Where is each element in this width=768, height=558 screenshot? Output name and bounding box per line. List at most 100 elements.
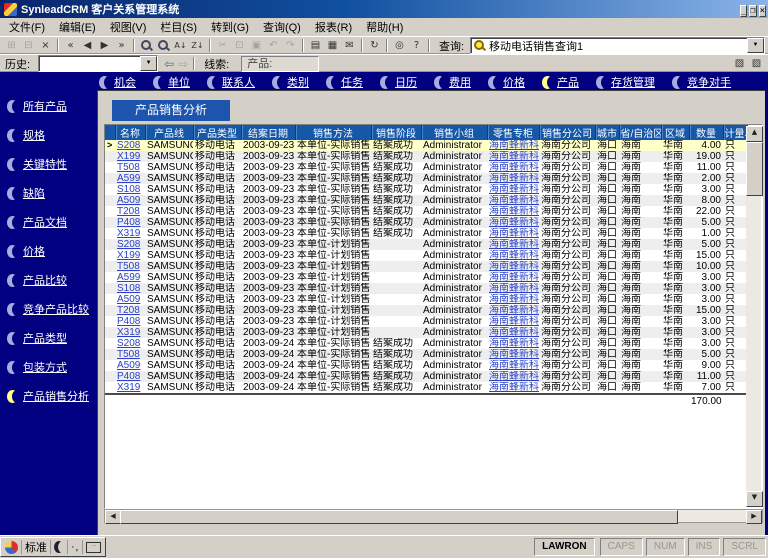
cell-link-retail-counter[interactable]: 海南蜂新科 — [489, 239, 539, 250]
cell-link-name[interactable]: A509 — [117, 294, 140, 305]
cell-link-name[interactable]: A599 — [117, 272, 140, 283]
column-header-sales-team[interactable]: 销售小组 — [421, 125, 487, 140]
table-row[interactable]: P408SAMSUNG移动电话2003-09-24本单位-实际销售结案成功Adm… — [105, 371, 748, 382]
table-row[interactable]: T508SAMSUNG移动电话2003-09-24本单位-实际销售结案成功Adm… — [105, 349, 748, 360]
table-row[interactable]: S208SAMSUNG移动电话2003-09-23本单位-计划销售Adminis… — [105, 239, 748, 250]
table-row[interactable]: A509SAMSUNG移动电话2003-09-23本单位-计划销售Adminis… — [105, 294, 748, 305]
cell-link-name[interactable]: X319 — [117, 228, 140, 239]
menu-help[interactable]: 帮助(H) — [359, 17, 410, 37]
column-header-sales-method[interactable]: 销售方法 — [295, 125, 371, 140]
cell-link-name[interactable]: X199 — [117, 151, 140, 162]
table-row[interactable]: X199SAMSUNG移动电话2003-09-23本单位-计划销售Adminis… — [105, 250, 748, 261]
back-icon[interactable]: ⇦ — [164, 57, 174, 71]
search-icon[interactable] — [138, 38, 155, 53]
column-header-unit[interactable]: 计量单位 — [723, 125, 748, 140]
table-row[interactable]: S208SAMSUNG移动电话2003-09-24本单位-实际销售结案成功Adm… — [105, 338, 748, 349]
cell-link-name[interactable]: X319 — [117, 382, 140, 393]
query-dropdown-arrow[interactable]: ▼ — [747, 38, 764, 53]
table-row[interactable]: T208SAMSUNG移动电话2003-09-23本单位-实际销售结案成功Adm… — [105, 206, 748, 217]
scroll-right-icon[interactable]: ▶ — [746, 510, 762, 524]
history-combobox[interactable]: ▼ — [38, 55, 158, 72]
cell-link-retail-counter[interactable]: 海南蜂新科 — [489, 382, 539, 393]
table-row[interactable]: A509SAMSUNG移动电话2003-09-23本单位-实际销售结案成功Adm… — [105, 195, 748, 206]
table-row[interactable]: A599SAMSUNG移动电话2003-09-23本单位-计划销售Adminis… — [105, 272, 748, 283]
cell-link-name[interactable]: S108 — [117, 283, 140, 294]
table-row[interactable]: >S208SAMSUNG移动电话2003-09-23本单位-实际销售结案成功Ad… — [105, 140, 748, 151]
cell-link-name[interactable]: T508 — [117, 261, 140, 272]
cell-link-retail-counter[interactable]: 海南蜂新科 — [489, 305, 539, 316]
redo-icon[interactable]: ↷ — [282, 38, 299, 53]
sort-descending-icon[interactable]: Z↓ — [189, 38, 206, 53]
table-row[interactable]: T508SAMSUNG移动电话2003-09-23本单位-实际销售结案成功Adm… — [105, 162, 748, 173]
tab-products[interactable]: 产品 — [542, 74, 579, 90]
previous-record-icon[interactable]: ◀ — [79, 38, 96, 53]
grid-report-icon[interactable]: ▧ — [731, 56, 748, 71]
print-icon[interactable]: ▤ — [307, 38, 324, 53]
sidebar-item-product-docs[interactable]: 产品文档 — [7, 215, 97, 229]
filter-search-icon[interactable] — [155, 38, 172, 53]
cell-link-name[interactable]: T508 — [117, 162, 140, 173]
ime-mode-button[interactable]: 标准 — [22, 540, 51, 554]
sidebar-item-sales-analysis[interactable]: 产品销售分析 — [7, 389, 97, 403]
cell-link-name[interactable]: A509 — [117, 360, 140, 371]
new-record-icon[interactable]: ⊞ — [3, 38, 20, 53]
tab-organization[interactable]: 单位 — [153, 74, 190, 90]
next-record-icon[interactable]: ▶ — [96, 38, 113, 53]
table-row[interactable]: X319SAMSUNG移动电话2003-09-23本单位-实际销售结案成功Adm… — [105, 228, 748, 239]
cell-link-retail-counter[interactable]: 海南蜂新科 — [489, 349, 539, 360]
scroll-left-icon[interactable]: ◀ — [105, 510, 121, 524]
column-header-retail-counter[interactable]: 零售专柜 — [487, 125, 539, 140]
cut-icon[interactable]: ✂ — [214, 38, 231, 53]
cell-link-retail-counter[interactable]: 海南蜂新科 — [489, 206, 539, 217]
table-row[interactable]: X319SAMSUNG移动电话2003-09-24本单位-实际销售结案成功Adm… — [105, 382, 748, 394]
menu-view[interactable]: 视图(V) — [103, 17, 154, 37]
tab-inventory[interactable]: 存货管理 — [596, 74, 655, 90]
tab-tasks[interactable]: 任务 — [326, 74, 363, 90]
column-header-sales-branch[interactable]: 销售分公司 — [539, 125, 595, 140]
table-row[interactable]: X199SAMSUNG移动电话2003-09-23本单位-实际销售结案成功Adm… — [105, 151, 748, 162]
menu-query[interactable]: 查询(Q) — [256, 17, 308, 37]
cell-link-retail-counter[interactable]: 海南蜂新科 — [489, 294, 539, 305]
column-header-quantity[interactable]: 数量 — [689, 125, 723, 140]
tab-calendar[interactable]: 日历 — [380, 74, 417, 90]
cell-link-name[interactable]: A599 — [117, 173, 140, 184]
table-row[interactable]: T208SAMSUNG移动电话2003-09-23本单位-计划销售Adminis… — [105, 305, 748, 316]
table-row[interactable]: P408SAMSUNG移动电话2003-09-23本单位-计划销售Adminis… — [105, 316, 748, 327]
sidebar-item-defects[interactable]: 缺陷 — [7, 186, 97, 200]
ime-punctuation-icon[interactable]: ·‚ — [68, 540, 83, 554]
cell-link-retail-counter[interactable]: 海南蜂新科 — [489, 195, 539, 206]
column-header-name[interactable]: 名称 — [115, 125, 145, 140]
cell-link-name[interactable]: P408 — [117, 217, 140, 228]
cell-link-retail-counter[interactable]: 海南蜂新科 — [489, 327, 539, 338]
tab-prices[interactable]: 价格 — [488, 74, 525, 90]
tab-expenses[interactable]: 费用 — [434, 74, 471, 90]
cell-link-retail-counter[interactable]: 海南蜂新科 — [489, 360, 539, 371]
tab-competitors[interactable]: 竞争对手 — [672, 74, 731, 90]
cell-link-retail-counter[interactable]: 海南蜂新科 — [489, 173, 539, 184]
minimize-button[interactable]: _ — [740, 5, 747, 17]
table-row[interactable]: S108SAMSUNG移动电话2003-09-23本单位-实际销售结案成功Adm… — [105, 184, 748, 195]
find-icon[interactable]: ◎ — [391, 38, 408, 53]
delete-record-icon[interactable]: × — [37, 38, 54, 53]
cell-link-name[interactable]: T208 — [117, 305, 140, 316]
cell-link-retail-counter[interactable]: 海南蜂新科 — [489, 371, 539, 382]
sidebar-item-packaging[interactable]: 包装方式 — [7, 360, 97, 374]
cell-link-retail-counter[interactable]: 海南蜂新科 — [489, 283, 539, 294]
menu-report[interactable]: 报表(R) — [308, 17, 359, 37]
mail-icon[interactable]: ✉ — [341, 38, 358, 53]
table-row[interactable]: A599SAMSUNG移动电话2003-09-23本单位-实际销售结案成功Adm… — [105, 173, 748, 184]
table-row[interactable]: S108SAMSUNG移动电话2003-09-23本单位-计划销售Adminis… — [105, 283, 748, 294]
cell-link-retail-counter[interactable]: 海南蜂新科 — [489, 261, 539, 272]
vertical-scrollbar[interactable]: ▲ ▼ — [746, 126, 761, 507]
cell-link-name[interactable]: S108 — [117, 184, 140, 195]
table-row[interactable]: A509SAMSUNG移动电话2003-09-24本单位-实际销售结案成功Adm… — [105, 360, 748, 371]
ime-halfwidth-icon[interactable] — [51, 540, 68, 554]
history-dropdown-arrow[interactable]: ▼ — [140, 56, 157, 71]
cell-link-name[interactable]: S208 — [117, 338, 140, 349]
refresh-icon[interactable]: ↻ — [366, 38, 383, 53]
cell-link-retail-counter[interactable]: 海南蜂新科 — [489, 250, 539, 261]
cell-link-retail-counter[interactable]: 海南蜂新科 — [489, 316, 539, 327]
ime-logo-icon[interactable] — [2, 540, 22, 554]
cell-link-name[interactable]: T208 — [117, 206, 140, 217]
tab-opportunity[interactable]: 机会 — [99, 74, 136, 90]
